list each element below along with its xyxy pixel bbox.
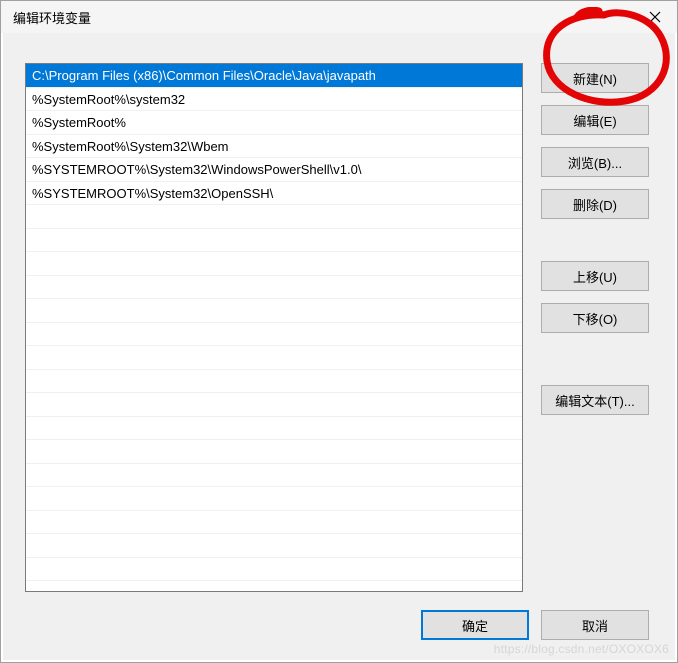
list-item[interactable]: %SystemRoot%\System32\Wbem (26, 135, 522, 159)
list-item (26, 370, 522, 394)
list-item (26, 346, 522, 370)
path-list[interactable]: C:\Program Files (x86)\Common Files\Orac… (25, 63, 523, 592)
list-item[interactable]: %SYSTEMROOT%\System32\OpenSSH\ (26, 182, 522, 206)
list-item (26, 487, 522, 511)
list-item (26, 558, 522, 582)
list-item[interactable]: %SYSTEMROOT%\System32\WindowsPowerShell\… (26, 158, 522, 182)
edit-env-var-dialog: 编辑环境变量 C:\Program Files (x86)\Common Fil… (0, 0, 678, 663)
list-item (26, 276, 522, 300)
list-item (26, 252, 522, 276)
list-item (26, 440, 522, 464)
dialog-title: 编辑环境变量 (13, 8, 91, 27)
watermark: https://blog.csdn.net/OXOXOX6 (494, 642, 669, 656)
content-area: C:\Program Files (x86)\Common Files\Orac… (25, 63, 649, 592)
list-item[interactable]: C:\Program Files (x86)\Common Files\Orac… (26, 64, 522, 88)
list-item (26, 229, 522, 253)
list-item (26, 417, 522, 441)
list-item[interactable]: %SystemRoot%\system32 (26, 88, 522, 112)
list-item (26, 205, 522, 229)
side-buttons: 新建(N) 编辑(E) 浏览(B)... 删除(D) 上移(U) 下移(O) 编… (541, 63, 649, 592)
edit-text-button[interactable]: 编辑文本(T)... (541, 385, 649, 415)
list-item (26, 393, 522, 417)
list-item (26, 464, 522, 488)
list-item (26, 323, 522, 347)
close-icon (649, 11, 661, 23)
list-item[interactable]: %SystemRoot% (26, 111, 522, 135)
list-item (26, 299, 522, 323)
cancel-button[interactable]: 取消 (541, 610, 649, 640)
move-down-button[interactable]: 下移(O) (541, 303, 649, 333)
new-button[interactable]: 新建(N) (541, 63, 649, 93)
list-item (26, 534, 522, 558)
close-button[interactable] (633, 1, 677, 33)
dialog-footer: 确定 取消 (421, 610, 649, 640)
list-item (26, 511, 522, 535)
edit-button[interactable]: 编辑(E) (541, 105, 649, 135)
titlebar: 编辑环境变量 (1, 1, 677, 33)
ok-button[interactable]: 确定 (421, 610, 529, 640)
browse-button[interactable]: 浏览(B)... (541, 147, 649, 177)
delete-button[interactable]: 删除(D) (541, 189, 649, 219)
move-up-button[interactable]: 上移(U) (541, 261, 649, 291)
